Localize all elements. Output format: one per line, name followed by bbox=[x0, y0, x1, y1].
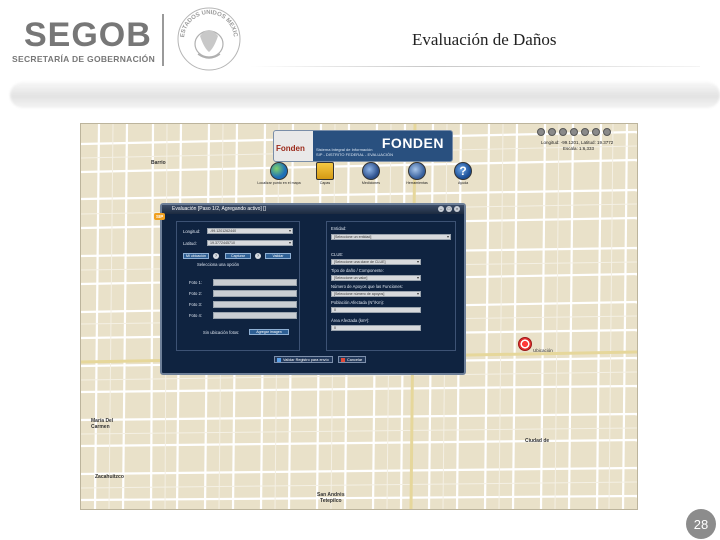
validate-location-button[interactable]: Validar bbox=[265, 253, 291, 259]
map-label-san-andres: San Andrés Tetepilco bbox=[317, 492, 345, 504]
help-icon[interactable]: ? bbox=[213, 253, 219, 259]
help-icon[interactable]: ? bbox=[255, 253, 261, 259]
banner-sub-line: SIP - DISTRITO FEDERAL - EVALUACIÓN bbox=[316, 152, 393, 157]
scale-line: Escala: 1:6,333 bbox=[563, 146, 595, 151]
latitud-field[interactable]: 19.3772445710 bbox=[207, 240, 293, 246]
location-panel: Longitud: -99.1201262440 Latitud: 19.377… bbox=[176, 221, 300, 351]
coordinate-readout: Longitud: -99.1201, Latitud: 19.3772 Esc… bbox=[541, 140, 633, 152]
tool-settings[interactable]: Herramientas bbox=[399, 162, 435, 185]
banner-title: FONDEN bbox=[381, 135, 444, 151]
pan-icon[interactable] bbox=[559, 128, 567, 136]
sip-badge: SIP bbox=[154, 213, 166, 220]
tool-help[interactable]: ? Ayuda bbox=[445, 162, 481, 185]
tool-locate[interactable]: Localizar punto en el mapa bbox=[257, 162, 301, 185]
minimize-icon[interactable]: – bbox=[438, 206, 444, 212]
marker-label: Ubicación bbox=[533, 348, 553, 353]
my-location-button[interactable]: Mi ubicación bbox=[183, 253, 209, 259]
capture-button[interactable]: Capturar bbox=[225, 253, 251, 259]
numero-select[interactable]: [Seleccione número de apoyos] bbox=[331, 291, 421, 297]
photo-field-4[interactable] bbox=[213, 312, 297, 319]
map-label-line: Tetepilco bbox=[320, 498, 342, 504]
home-icon[interactable] bbox=[570, 128, 578, 136]
entidad-label: Entidad: bbox=[331, 226, 347, 231]
logo-divider bbox=[162, 14, 164, 66]
page-number: 28 bbox=[694, 517, 708, 532]
location-marker-icon[interactable] bbox=[518, 337, 532, 351]
tool-layers[interactable]: Capas bbox=[307, 162, 343, 185]
photo-label-3: Foto 3: bbox=[189, 302, 203, 307]
map-label-zacahuitzco: Zacahuitzco bbox=[95, 474, 124, 480]
damage-panel: Entidad: [Seleccione un entidad] CLUE: [… bbox=[326, 221, 456, 351]
validate-record-button[interactable]: Validar Registro para envío bbox=[274, 356, 333, 363]
decorative-band bbox=[10, 82, 720, 108]
tool-label: Mediciones bbox=[361, 181, 381, 185]
dialog-window-buttons: – □ × bbox=[438, 206, 460, 212]
cancel-icon bbox=[341, 358, 345, 362]
fonden-banner: Fonden Sistema Integral de Información S… bbox=[273, 130, 453, 162]
photo-label-1: Foto 1: bbox=[189, 280, 203, 285]
entidad-select[interactable]: [Seleccione un entidad] bbox=[331, 234, 451, 240]
photo-field-2[interactable] bbox=[213, 290, 297, 297]
dialog-title: Evaluación [Paso 1/2, Agregando activo] … bbox=[172, 206, 266, 212]
area-field[interactable]: 0 bbox=[331, 325, 421, 331]
gear-icon bbox=[408, 162, 426, 180]
map-label-line: Carmen bbox=[91, 424, 110, 430]
map-label-barrio: Barrio bbox=[151, 160, 166, 166]
logo-subtitle: SECRETARÍA DE GOBERNACIÓN bbox=[12, 54, 156, 64]
map-controls bbox=[537, 128, 611, 136]
upload-text: Sin ubicación fotos: bbox=[203, 330, 240, 335]
clue-select[interactable]: [Seleccione una clave de CLUE] bbox=[331, 259, 421, 265]
title-rule bbox=[250, 66, 700, 67]
page-number-badge: 28 bbox=[686, 509, 716, 539]
logo-wordmark: SEGOB bbox=[24, 16, 152, 54]
save-icon bbox=[277, 358, 281, 362]
layers-icon[interactable] bbox=[581, 128, 589, 136]
tool-measure[interactable]: Mediciones bbox=[353, 162, 389, 185]
slide-title: Evaluación de Daños bbox=[412, 30, 557, 49]
add-image-button[interactable]: Agregar imagen bbox=[249, 329, 289, 335]
numero-label: Número de Apoyos que las Funciones: bbox=[331, 284, 403, 289]
banner-brand: Fonden bbox=[276, 144, 305, 153]
cancel-button[interactable]: Cancelar bbox=[338, 356, 367, 363]
tools-icon bbox=[362, 162, 380, 180]
tool-label: Capas bbox=[319, 181, 331, 185]
help-icon: ? bbox=[454, 162, 472, 180]
segob-logo: SEGOB SECRETARÍA DE GOBERNACIÓN bbox=[12, 18, 155, 64]
photo-label-2: Foto 2: bbox=[189, 291, 203, 296]
longitud-field[interactable]: -99.1201262440 bbox=[207, 228, 293, 234]
print-icon[interactable] bbox=[592, 128, 600, 136]
zoom-in-icon[interactable] bbox=[537, 128, 545, 136]
option-hint: Selecciona una opción bbox=[197, 262, 240, 267]
map-label-maria-del-carmen: María Del Carmen bbox=[91, 418, 131, 430]
photo-label-4: Foto 4: bbox=[189, 313, 203, 318]
map-label-right: Ciudad de bbox=[525, 438, 550, 444]
poblacion-field[interactable]: 0 bbox=[331, 307, 421, 313]
evaluation-dialog: Evaluación [Paso 1/2, Agregando activo] … bbox=[154, 203, 466, 375]
close-icon[interactable]: × bbox=[454, 206, 460, 212]
map-toolbar: Localizar punto en el mapa Capas Medicio… bbox=[257, 162, 481, 185]
photo-field-1[interactable] bbox=[213, 279, 297, 286]
tool-label: Herramientas bbox=[406, 181, 428, 185]
photo-field-3[interactable] bbox=[213, 301, 297, 308]
info-icon[interactable] bbox=[603, 128, 611, 136]
cancel-label: Cancelar bbox=[347, 358, 363, 362]
area-label: Área Afectada (km²): bbox=[331, 318, 370, 323]
map-view[interactable]: Longitud: -99.1201, Latitud: 19.3772 Esc… bbox=[80, 123, 638, 510]
latitud-label: Latitud: bbox=[183, 241, 197, 246]
maximize-icon[interactable]: □ bbox=[446, 206, 452, 212]
poblacion-label: Población Afectada (N°/Km): bbox=[331, 300, 385, 305]
national-seal-icon: ESTADOS UNIDOS MEXICANOS bbox=[176, 6, 241, 71]
tool-label: Localizar punto en el mapa bbox=[257, 181, 301, 185]
zoom-out-icon[interactable] bbox=[548, 128, 556, 136]
dialog-header[interactable]: Evaluación [Paso 1/2, Agregando activo] … bbox=[162, 205, 464, 214]
validate-record-label: Validar Registro para envío bbox=[283, 358, 329, 362]
globe-icon bbox=[270, 162, 288, 180]
longitud-label: Longitud: bbox=[183, 229, 201, 234]
tool-label: Ayuda bbox=[457, 181, 469, 185]
tipo-select[interactable]: [Seleccione un valor] bbox=[331, 275, 421, 281]
clue-label: CLUE: bbox=[331, 252, 344, 257]
tipo-label: Tipo de daño / Componente: bbox=[331, 268, 384, 273]
folder-icon bbox=[316, 162, 334, 180]
